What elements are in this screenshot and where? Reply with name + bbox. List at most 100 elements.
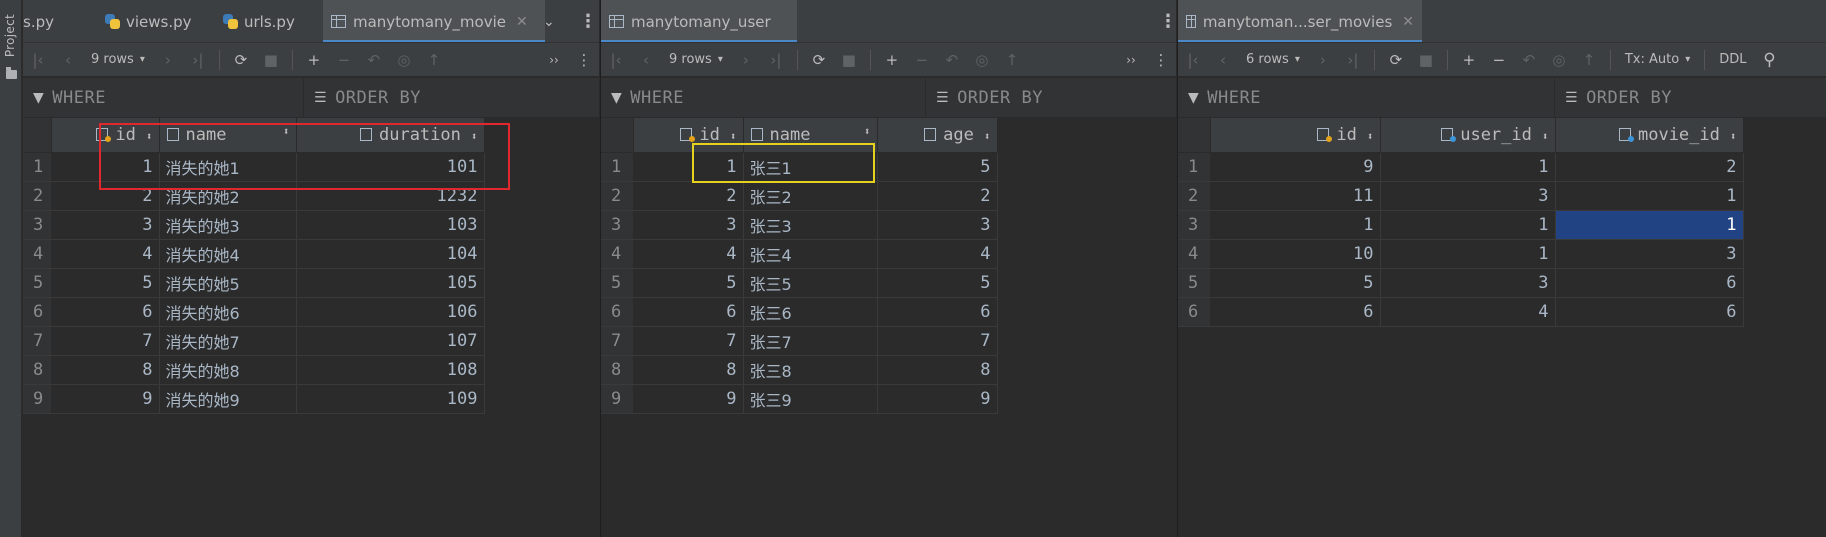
revert-icon[interactable]: ↶ <box>361 47 387 73</box>
cell-age[interactable]: 3 <box>877 210 998 240</box>
where-filter-input[interactable]: ▼ WHERE <box>601 78 925 118</box>
cell-id[interactable]: 9 <box>51 384 160 414</box>
table-row[interactable]: 6646 <box>1178 297 1744 327</box>
more-vertical-icon[interactable]: ⋮ <box>1159 0 1176 42</box>
overflow-icon[interactable]: ›› <box>541 47 567 73</box>
more-vertical-icon[interactable]: ⋮ <box>571 47 597 73</box>
table-row[interactable]: 9 9 消失的她9 109 <box>23 384 485 414</box>
cell-name[interactable]: 张三8 <box>743 355 878 385</box>
table-row[interactable]: 6 6 张三6 6 <box>601 297 998 327</box>
column-header-user-id[interactable]: user_id ⬍ <box>1380 118 1556 153</box>
where-filter-input[interactable]: ▼ WHERE <box>23 78 303 118</box>
table-row[interactable]: 1 1 消失的她1 101 <box>23 152 485 182</box>
column-header-movie-id[interactable]: movie_id ⬍ <box>1555 118 1744 153</box>
submit-icon[interactable]: ↑ <box>1576 47 1602 73</box>
sort-toggle-icon[interactable]: ⬍ <box>1730 130 1737 143</box>
cell-id[interactable]: 2 <box>633 181 744 211</box>
table-row[interactable]: 3111 <box>1178 210 1744 240</box>
cell-id[interactable]: 5 <box>1210 268 1381 298</box>
table-row[interactable]: 2 2 消失的她2 1232 <box>23 181 485 211</box>
sort-toggle-icon[interactable]: ⬍ <box>1367 130 1374 143</box>
table-row[interactable]: 3 3 张三3 3 <box>601 210 998 240</box>
table-row[interactable]: 4 10 1 3 <box>1178 239 1744 269</box>
stop-icon[interactable]: ■ <box>258 47 284 73</box>
cell-duration[interactable]: 104 <box>296 239 485 269</box>
project-tool-window-button[interactable]: Project <box>3 14 17 57</box>
cell-id[interactable]: 9 <box>633 384 744 414</box>
submit-icon[interactable]: ↑ <box>421 47 447 73</box>
cell-movie-id[interactable]: 2 <box>1555 152 1744 182</box>
column-header-duration[interactable]: duration ⬍ <box>296 118 485 153</box>
table-row[interactable]: 2 2 张三2 2 <box>601 181 998 211</box>
cell-name[interactable]: 张三5 <box>743 268 878 298</box>
order-by-input[interactable]: ☰ ORDER BY <box>925 77 1176 118</box>
cell-id[interactable]: 3 <box>633 210 744 240</box>
cell-id[interactable]: 7 <box>633 326 744 356</box>
sort-toggle-icon[interactable]: ⬍ <box>984 130 991 143</box>
cell-id[interactable]: 1 <box>633 152 744 182</box>
close-icon[interactable]: ✕ <box>1402 14 1414 30</box>
delete-row-icon[interactable]: − <box>1486 47 1512 73</box>
table-row[interactable]: 1 1 张三1 5 <box>601 152 998 182</box>
cell-id[interactable]: 4 <box>51 239 160 269</box>
cell-age[interactable]: 9 <box>877 384 998 414</box>
cell-movie-id[interactable]: 6 <box>1555 268 1744 298</box>
cell-age[interactable]: 6 <box>877 297 998 327</box>
next-page-icon[interactable]: › <box>1310 47 1336 73</box>
sort-toggle-icon[interactable]: ⬍ <box>1542 130 1549 143</box>
last-page-icon[interactable]: ›| <box>763 47 789 73</box>
cell-name[interactable]: 消失的她1 <box>159 152 297 182</box>
cell-age[interactable]: 2 <box>877 181 998 211</box>
cell-name[interactable]: 消失的她6 <box>159 297 297 327</box>
revert-icon[interactable]: ↶ <box>1516 47 1542 73</box>
previous-page-icon[interactable]: ‹ <box>633 47 659 73</box>
tab-urls-py[interactable]: urls.py <box>215 0 319 42</box>
table-row[interactable]: 8 8 消失的她8 108 <box>23 355 485 385</box>
tab-manytomany-movie[interactable]: manytomany_movie ✕ <box>323 0 545 42</box>
table-row[interactable]: 5 5 消失的她5 105 <box>23 268 485 298</box>
submit-icon[interactable]: ↑ <box>999 47 1025 73</box>
close-icon[interactable]: ✕ <box>516 14 528 30</box>
cell-id[interactable]: 1 <box>51 152 160 182</box>
cell-id[interactable]: 7 <box>51 326 160 356</box>
table-row[interactable]: 7 7 消失的她7 107 <box>23 326 485 356</box>
sort-toggle-icon[interactable]: ⬍ <box>471 130 478 143</box>
cell-user-id[interactable]: 1 <box>1380 239 1556 269</box>
cell-name[interactable]: 张三1 <box>743 152 878 182</box>
ddl-button[interactable]: DDL <box>1713 47 1752 73</box>
order-by-input[interactable]: ☰ ORDER BY <box>1554 77 1826 118</box>
table-row[interactable]: 4 4 消失的她4 104 <box>23 239 485 269</box>
cell-id[interactable]: 8 <box>633 355 744 385</box>
order-by-input[interactable]: ☰ ORDER BY <box>303 77 599 118</box>
cell-movie-id[interactable]: 3 <box>1555 239 1744 269</box>
cell-age[interactable]: 7 <box>877 326 998 356</box>
column-header-name[interactable]: name ⬍ <box>159 118 297 153</box>
delete-row-icon[interactable]: − <box>331 47 357 73</box>
cell-user-id[interactable]: 4 <box>1380 297 1556 327</box>
cell-duration[interactable]: 106 <box>296 297 485 327</box>
cell-movie-id[interactable]: 1 <box>1555 181 1744 211</box>
cell-name[interactable]: 消失的她4 <box>159 239 297 269</box>
cell-age[interactable]: 4 <box>877 239 998 269</box>
cell-age[interactable]: 5 <box>877 152 998 182</box>
refresh-icon[interactable]: ⟳ <box>1383 47 1409 73</box>
cell-name[interactable]: 张三3 <box>743 210 878 240</box>
cell-user-id[interactable]: 1 <box>1380 152 1556 182</box>
previous-page-icon[interactable]: ‹ <box>1210 47 1236 73</box>
overflow-icon[interactable]: ›› <box>1118 47 1144 73</box>
table-row[interactable]: 4 4 张三4 4 <box>601 239 998 269</box>
more-vertical-icon[interactable]: ⋮ <box>579 0 597 42</box>
cell-name[interactable]: 张三7 <box>743 326 878 356</box>
sort-toggle-icon[interactable]: ⬍ <box>730 130 737 143</box>
table-row[interactable]: 9 9 张三9 9 <box>601 384 998 414</box>
cell-user-id[interactable]: 1 <box>1380 210 1556 240</box>
tab-s-py[interactable]: s.py <box>23 0 87 42</box>
where-filter-input[interactable]: ▼ WHERE <box>1178 78 1554 118</box>
tab-manytomany-user-movies[interactable]: manytoman...ser_movies ✕ <box>1178 0 1422 42</box>
cell-user-id[interactable]: 3 <box>1380 268 1556 298</box>
cell-id[interactable]: 11 <box>1210 181 1381 211</box>
last-page-icon[interactable]: ›| <box>185 47 211 73</box>
cell-name[interactable]: 消失的她3 <box>159 210 297 240</box>
cell-name[interactable]: 消失的她8 <box>159 355 297 385</box>
cell-name[interactable]: 张三4 <box>743 239 878 269</box>
